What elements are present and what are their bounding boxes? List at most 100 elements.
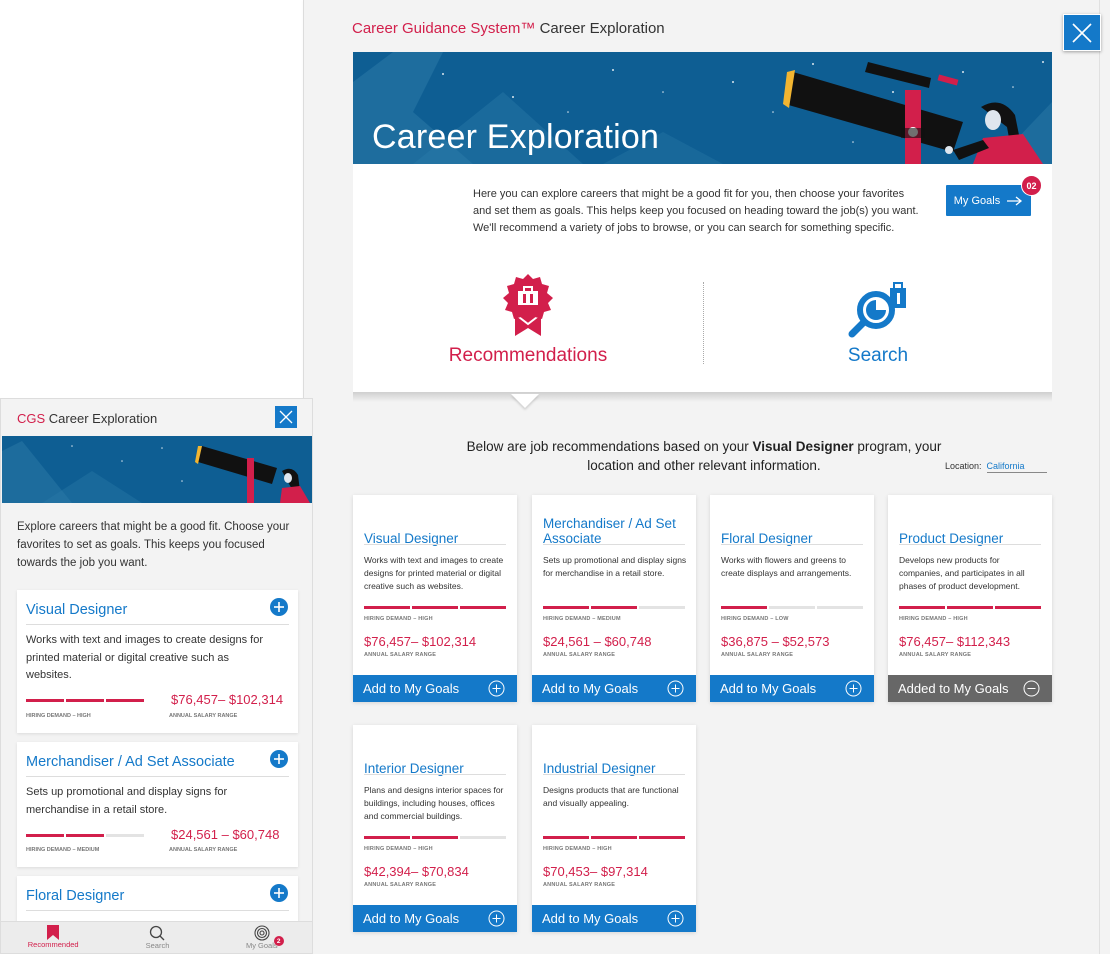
desktop-panel: Career Guidance System™ Career Explorati… <box>303 0 1099 954</box>
demand-bar <box>769 606 815 609</box>
add-to-goals-button[interactable] <box>270 884 288 902</box>
demand-bar <box>639 836 685 839</box>
add-to-goals-button[interactable] <box>270 750 288 768</box>
job-card: Industrial Designer Designs products tha… <box>532 725 696 932</box>
salary-range-label: ANNUAL SALARY RANGE <box>721 652 794 658</box>
mobile-title: CGS Career Exploration <box>17 411 157 426</box>
demand-bar <box>364 606 410 609</box>
mobile-intro-text: Explore careers that might be a good fit… <box>17 521 290 569</box>
hero-title: Career Exploration <box>372 118 660 156</box>
divider <box>364 774 506 775</box>
plus-circle-icon <box>845 680 862 697</box>
hiring-demand-label: HIRING DEMAND – LOW <box>721 616 789 622</box>
divider <box>721 544 863 545</box>
demand-bar <box>817 606 863 609</box>
demand-bar <box>460 836 506 839</box>
location-filter: Location: California <box>945 461 1047 473</box>
intro-shadow <box>353 392 1052 402</box>
plus-icon <box>274 602 284 612</box>
job-title[interactable]: Merchandiser / Ad Set Associate <box>543 516 685 546</box>
salary-range: $76,457– $102,314 <box>364 634 477 649</box>
nav-search[interactable]: Search <box>105 922 209 953</box>
job-card: Floral Designer Works with flowers and g… <box>710 495 874 702</box>
nav-my-goals[interactable]: My Goals 2 <box>210 922 312 953</box>
my-goals-label: My Goals <box>953 194 1001 207</box>
plus-icon <box>274 754 284 764</box>
add-to-goals-button[interactable]: Add to My Goals <box>353 905 517 932</box>
mobile-job-card: Merchandiser / Ad Set Associate Sets up … <box>17 742 298 867</box>
mobile-hero-illustration <box>2 436 312 503</box>
job-card: Merchandiser / Ad Set Associate Sets up … <box>532 495 696 702</box>
hiring-demand-meter <box>26 834 144 837</box>
hiring-demand-meter <box>543 836 685 839</box>
demand-bar <box>899 606 945 609</box>
page-title: Career Guidance System™ Career Explorati… <box>352 20 665 37</box>
target-icon <box>254 925 270 941</box>
hiring-demand-meter <box>364 606 506 609</box>
salary-range: $76,457– $102,314 <box>171 692 284 707</box>
salary-range-label: ANNUAL SALARY RANGE <box>899 652 972 658</box>
intro-text: Here you can explore careers that might … <box>473 188 919 234</box>
search-icon <box>150 925 165 941</box>
demand-bar <box>460 606 506 609</box>
mobile-bottom-nav: Recommended Search My Goals 2 <box>1 921 312 953</box>
job-description: Sets up promotional and display signs fo… <box>26 786 228 816</box>
recommendations-label: Recommendations <box>448 345 608 366</box>
brand-name: Career Guidance System™ <box>352 20 536 37</box>
divider <box>26 776 289 777</box>
add-to-goals-button[interactable]: Add to My Goals <box>710 675 874 702</box>
location-input[interactable]: California <box>986 461 1047 473</box>
added-to-goals-button[interactable]: Added to My Goals <box>888 675 1052 702</box>
salary-range: $36,875 – $52,573 <box>721 634 830 649</box>
page-title-text: Career Exploration <box>539 20 665 37</box>
magnifier-briefcase-icon <box>848 282 906 338</box>
add-to-goals-button[interactable]: Add to My Goals <box>353 675 517 702</box>
nav-label: My Goals <box>245 941 278 950</box>
mobile-close-button[interactable] <box>275 406 297 428</box>
hiring-demand-meter <box>899 606 1041 609</box>
close-icon <box>1072 22 1092 43</box>
mobile-title-text: Career Exploration <box>48 411 158 426</box>
bookmark-icon <box>47 925 60 940</box>
hiring-demand-label: HIRING DEMAND – MEDIUM <box>543 616 621 622</box>
job-title[interactable]: Visual Designer <box>26 602 127 618</box>
nav-recommended[interactable]: Recommended <box>1 922 105 953</box>
job-title[interactable]: Floral Designer <box>26 888 124 904</box>
my-goals-button[interactable]: My Goals <box>946 185 1031 216</box>
plus-icon <box>274 888 284 898</box>
demand-bar <box>66 834 104 837</box>
salary-range-label: ANNUAL SALARY RANGE <box>169 847 238 853</box>
salary-range: $42,394– $70,834 <box>364 864 469 879</box>
job-title[interactable]: Merchandiser / Ad Set Associate <box>26 754 235 770</box>
demand-bar <box>591 836 637 839</box>
salary-range: $24,561 – $60,748 <box>171 827 280 842</box>
search-tab[interactable]: Search <box>793 282 963 367</box>
plus-circle-icon <box>488 680 505 697</box>
add-to-goals-button[interactable]: Add to My Goals <box>532 675 696 702</box>
demand-bar <box>412 836 458 839</box>
demand-bar <box>591 606 637 609</box>
nav-goals-badge: 2 <box>273 936 284 946</box>
add-to-goals-button[interactable]: Add to My Goals <box>532 905 696 932</box>
job-description: Sets up promotional and display signs fo… <box>543 555 687 578</box>
hiring-demand-label: HIRING DEMAND – HIGH <box>26 713 91 719</box>
mobile-hero-banner <box>2 436 312 503</box>
job-card: Product Designer Develops new products f… <box>888 495 1052 702</box>
mode-divider <box>703 282 704 364</box>
button-label: Add to My Goals <box>542 681 639 696</box>
demand-bar <box>639 606 685 609</box>
job-description: Works with flowers and greens to create … <box>721 555 852 578</box>
intro-box: Here you can explore careers that might … <box>353 164 1052 396</box>
add-to-goals-button[interactable] <box>270 598 288 616</box>
demand-bar <box>26 699 64 702</box>
hiring-demand-label: HIRING DEMAND – HIGH <box>364 616 433 622</box>
hiring-demand-meter <box>26 699 144 702</box>
hiring-demand-label: HIRING DEMAND – HIGH <box>543 846 612 852</box>
close-button[interactable] <box>1063 14 1101 51</box>
close-icon <box>279 410 293 424</box>
salary-range-label: ANNUAL SALARY RANGE <box>169 713 238 719</box>
recommendations-tab[interactable]: Recommendations <box>433 274 623 367</box>
salary-range-label: ANNUAL SALARY RANGE <box>543 652 616 658</box>
demand-bar <box>721 606 767 609</box>
plus-circle-icon <box>667 680 684 697</box>
